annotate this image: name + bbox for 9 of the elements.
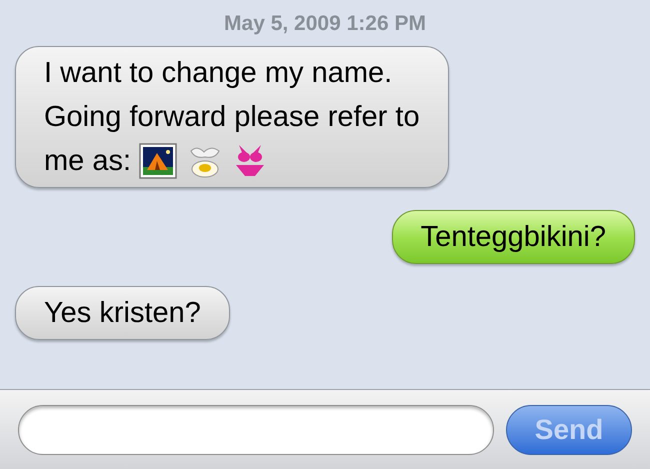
message-text: Going forward please refer to [44, 100, 420, 134]
timestamp: May 5, 2009 1:26 PM [224, 11, 426, 37]
message-text: I want to change my name. [44, 56, 392, 90]
send-button[interactable]: Send [506, 404, 632, 454]
tent-icon [139, 142, 178, 178]
message-text: me as: [44, 144, 132, 178]
message-text: Yes kristen? [44, 296, 201, 330]
message-input[interactable] [18, 404, 494, 454]
message-text: Tenteggbikini? [420, 220, 606, 254]
